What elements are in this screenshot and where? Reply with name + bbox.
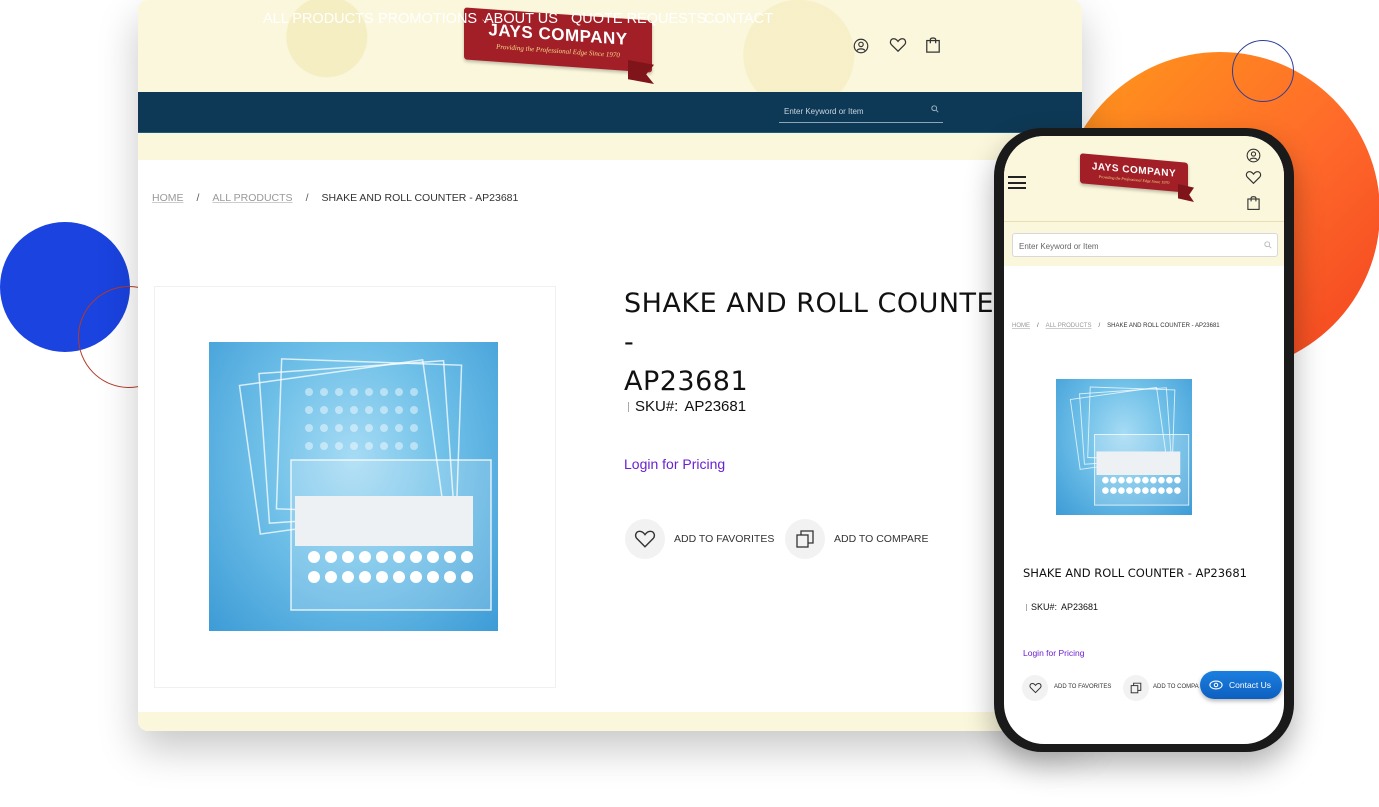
breadcrumb-all-products[interactable]: ALL PRODUCTS	[1046, 323, 1092, 329]
nav-quote-requests[interactable]: QUOTE REQUESTS ⌵	[571, 11, 718, 27]
user-icon[interactable]	[852, 37, 870, 55]
nav-all-products-label: ALL PRODUCTS	[263, 11, 374, 27]
header-band	[138, 133, 1082, 160]
heart-icon[interactable]	[1245, 170, 1262, 185]
compare-icon	[796, 530, 814, 548]
contact-us-label: Contact Us	[1229, 680, 1272, 690]
mobile-phone-frame: JAYS COMPANY Providing the Professional …	[994, 128, 1294, 752]
sku-divider	[1026, 603, 1027, 611]
shopping-bag-icon[interactable]	[924, 35, 942, 55]
decorative-blue-ring	[1232, 40, 1294, 102]
breadcrumb-home[interactable]: HOME	[1012, 323, 1030, 329]
heart-icon	[634, 530, 656, 548]
heart-icon[interactable]	[888, 36, 908, 54]
mobile-product-image[interactable]	[1056, 379, 1192, 515]
mobile-search-input[interactable]: Enter Keyword or Item	[1012, 233, 1278, 257]
sku-label: SKU#:	[1031, 602, 1058, 612]
search-placeholder: Enter Keyword or Item	[1019, 242, 1099, 251]
mobile-add-to-compare-label[interactable]: ADD TO COMPA	[1153, 684, 1199, 690]
mobile-breadcrumb: HOME / ALL PRODUCTS / SHAKE AND ROLL COU…	[1012, 323, 1220, 329]
nav-promotions[interactable]: PROMOTIONS ⌵	[378, 11, 489, 27]
desktop-browser-frame: JAYS COMPANY Providing the Professional …	[138, 0, 1082, 731]
chat-eye-icon	[1209, 680, 1223, 690]
breadcrumb-home[interactable]: HOME	[152, 192, 184, 204]
nav-contact[interactable]: CONTACT	[704, 11, 773, 27]
contact-us-button[interactable]: Contact Us	[1200, 671, 1282, 699]
add-to-compare-label[interactable]: ADD TO COMPARE	[834, 533, 929, 545]
breadcrumb-separator: /	[1037, 323, 1039, 329]
sku-label: SKU#:	[635, 398, 679, 415]
breadcrumb-separator: /	[305, 192, 309, 204]
nav-all-products[interactable]: ALL PRODUCTS ⌵	[263, 11, 385, 27]
product-sku: SKU#: AP23681	[628, 398, 746, 415]
hamburger-menu-icon[interactable]	[1008, 176, 1026, 189]
nav-quote-requests-label: QUOTE REQUESTS	[571, 11, 707, 27]
breadcrumb-current: SHAKE AND ROLL COUNTER - AP23681	[321, 192, 519, 204]
mobile-add-to-compare-button[interactable]	[1123, 675, 1149, 701]
product-title-line2: AP23681	[624, 366, 749, 397]
sku-value: AP23681	[1061, 602, 1099, 612]
mobile-login-for-pricing-link[interactable]: Login for Pricing	[1023, 648, 1084, 658]
sku-value: AP23681	[684, 398, 747, 415]
search-icon[interactable]	[1264, 241, 1272, 249]
shopping-bag-icon[interactable]	[1245, 194, 1261, 211]
footer-band	[138, 712, 1082, 731]
nav-contact-label: CONTACT	[704, 11, 774, 27]
mobile-add-to-favorites-button[interactable]	[1022, 675, 1048, 701]
breadcrumb-current: SHAKE AND ROLL COUNTER - AP23681	[1107, 323, 1220, 329]
mobile-header-divider	[1004, 221, 1284, 222]
breadcrumb-separator: /	[1098, 323, 1101, 329]
heart-icon	[1028, 682, 1042, 694]
mobile-screen: JAYS COMPANY Providing the Professional …	[1004, 136, 1284, 744]
mobile-add-to-favorites-label[interactable]: ADD TO FAVORITES	[1054, 684, 1111, 690]
add-to-compare-button[interactable]	[785, 519, 825, 559]
search-placeholder: Enter Keyword or Item	[784, 107, 864, 116]
add-to-favorites-button[interactable]	[625, 519, 665, 559]
compare-icon	[1130, 682, 1142, 694]
product-image[interactable]	[209, 342, 498, 631]
search-input[interactable]: Enter Keyword or Item	[779, 101, 943, 123]
nav-about-us[interactable]: ABOUT US	[484, 11, 558, 27]
mobile-product-sku: SKU#: AP23681	[1026, 602, 1098, 612]
login-for-pricing-link[interactable]: Login for Pricing	[624, 456, 725, 472]
nav-promotions-label: PROMOTIONS	[378, 11, 478, 27]
add-to-favorites-label[interactable]: ADD TO FAVORITES	[674, 533, 774, 545]
product-title: SHAKE AND ROLL COUNTER - AP23681	[624, 284, 1014, 401]
sku-divider	[628, 401, 629, 412]
search-icon[interactable]	[931, 105, 939, 113]
breadcrumb: HOME / ALL PRODUCTS / SHAKE AND ROLL COU…	[152, 192, 518, 204]
breadcrumb-all-products[interactable]: ALL PRODUCTS	[212, 192, 292, 204]
nav-about-us-label: ABOUT US	[484, 11, 558, 27]
user-icon[interactable]	[1245, 147, 1261, 163]
product-title-line1: SHAKE AND ROLL COUNTER -	[624, 288, 1014, 358]
mobile-product-title: SHAKE AND ROLL COUNTER - AP23681	[1023, 566, 1247, 580]
breadcrumb-separator: /	[196, 192, 200, 204]
